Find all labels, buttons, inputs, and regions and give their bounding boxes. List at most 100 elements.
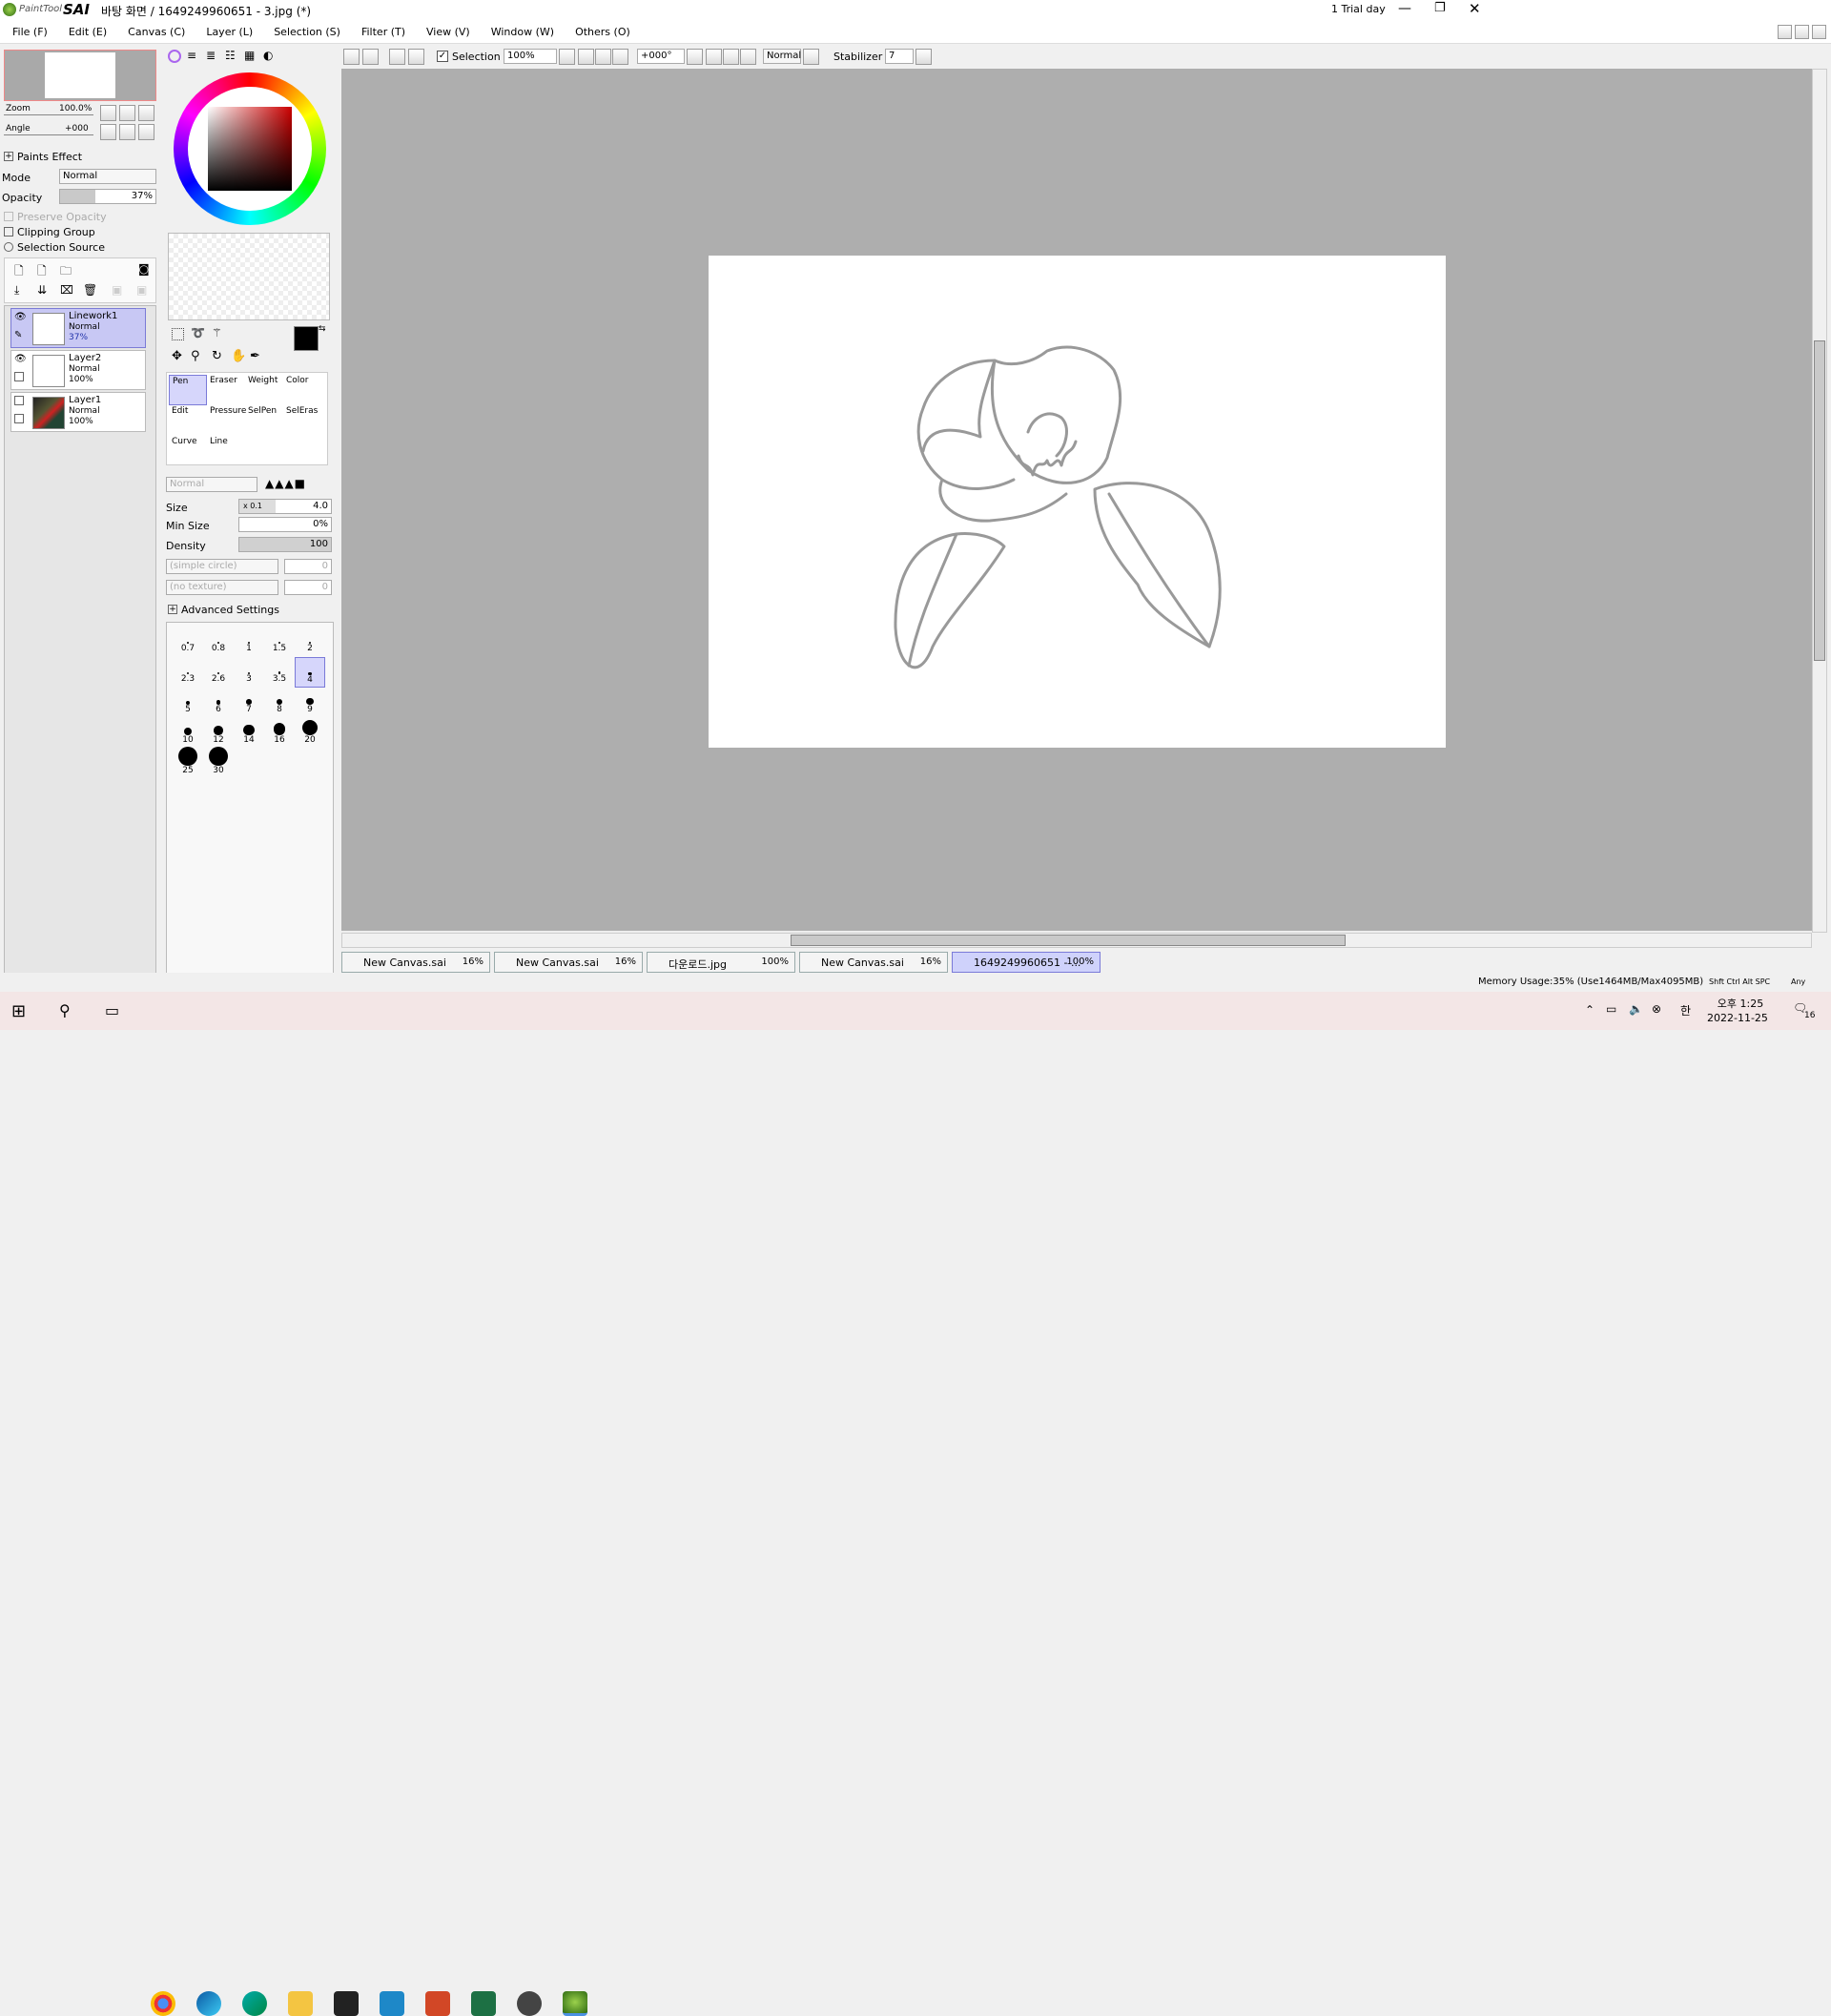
- brush-size-cell[interactable]: 2.3: [173, 657, 203, 688]
- deselect-button[interactable]: [389, 49, 405, 65]
- panel-close-icon[interactable]: [1812, 25, 1826, 39]
- tool-selpen[interactable]: SelPen: [245, 405, 283, 436]
- brush-shape-value[interactable]: 0: [284, 559, 332, 574]
- visibility-checkbox[interactable]: [14, 396, 24, 405]
- tool-line[interactable]: Line: [207, 436, 245, 466]
- rotate-cw-icon[interactable]: [723, 49, 739, 65]
- rect-select-icon[interactable]: [172, 328, 184, 340]
- brush-size-cell[interactable]: 12: [203, 718, 234, 749]
- pen-lock-checkbox[interactable]: [14, 414, 24, 423]
- opacity-slider[interactable]: 37%: [59, 189, 156, 204]
- canvas-tab[interactable]: New Canvas.sai 16%: [494, 952, 643, 973]
- brush-blend-select[interactable]: Normal: [166, 477, 257, 492]
- saturation-value-square[interactable]: [208, 107, 292, 191]
- brush-size-cell[interactable]: 14: [234, 718, 264, 749]
- canvas-tab[interactable]: 다운로드.jpg 100%: [647, 952, 795, 973]
- scratch-pad[interactable]: [168, 233, 330, 320]
- brush-size-cell[interactable]: 10: [173, 718, 203, 749]
- expand-icon[interactable]: +: [168, 605, 177, 614]
- rotate-left-button[interactable]: [100, 124, 116, 140]
- brush-size-cell[interactable]: 20: [295, 718, 325, 749]
- advanced-settings-label[interactable]: Advanced Settings: [181, 604, 279, 616]
- layer-row-layer2[interactable]: 👁 Layer2 Normal 100%: [10, 350, 146, 390]
- brush-size-cell[interactable]: 9: [295, 688, 325, 718]
- scratchpad-tab-icon[interactable]: ▦: [244, 49, 255, 62]
- volume-icon[interactable]: 🔈: [1629, 1002, 1643, 1016]
- tool-pen[interactable]: Pen: [169, 375, 207, 405]
- tool-edit[interactable]: Edit: [169, 405, 207, 436]
- menu-window[interactable]: Window (W): [479, 21, 563, 38]
- tool-pressure[interactable]: Pressure: [207, 405, 246, 436]
- task-view-icon[interactable]: ▭: [105, 1001, 119, 1019]
- file-explorer-icon[interactable]: [288, 1991, 313, 2016]
- selection-checkbox[interactable]: ✓: [437, 51, 448, 62]
- sticky-notes-icon[interactable]: [334, 1991, 359, 2016]
- paints-effect-label[interactable]: Paints Effect: [17, 151, 82, 163]
- zoom-icon[interactable]: ⚲: [191, 349, 200, 363]
- zoom-out-icon[interactable]: [578, 49, 594, 65]
- excel-icon[interactable]: [471, 1991, 496, 2016]
- layer-row-layer1[interactable]: Layer1 Normal 100%: [10, 392, 146, 432]
- brush-size-cell[interactable]: 1: [234, 627, 264, 657]
- clock-date[interactable]: 2022-11-25: [1707, 1012, 1768, 1024]
- layer-row-linework1[interactable]: 👁 ✎ Linework1 Normal 37%: [10, 308, 146, 348]
- rgb-slider-tab-icon[interactable]: ≡: [187, 49, 196, 62]
- new-linework-icon[interactable]: 🗋: [37, 262, 47, 282]
- menu-canvas[interactable]: Canvas (C): [115, 21, 194, 38]
- stabilizer-dropdown-icon[interactable]: [916, 49, 932, 65]
- preserve-opacity-checkbox[interactable]: [4, 212, 13, 221]
- redo-button[interactable]: [362, 49, 379, 65]
- zoom-in-icon[interactable]: [595, 49, 611, 65]
- mask-icon[interactable]: ◙: [138, 262, 150, 276]
- min-size-slider[interactable]: 0%: [238, 517, 332, 532]
- menu-view[interactable]: View (V): [414, 21, 479, 38]
- zoom-in-button[interactable]: [119, 105, 135, 121]
- status-icon[interactable]: ⊗: [1652, 1002, 1661, 1016]
- menu-layer[interactable]: Layer (L): [194, 21, 261, 38]
- panel-layout-1-icon[interactable]: [1778, 25, 1792, 39]
- brush-size-cell[interactable]: 5: [173, 688, 203, 718]
- brush-size-cell[interactable]: 3: [234, 657, 264, 688]
- mode-select[interactable]: Normal: [59, 169, 156, 184]
- brush-size-cell[interactable]: 16: [264, 718, 295, 749]
- sai-taskbar-icon[interactable]: [563, 1991, 587, 2016]
- brush-size-cell[interactable]: 4: [295, 657, 325, 688]
- pen-lock-icon[interactable]: ✎: [14, 330, 22, 340]
- navigator-preview[interactable]: [4, 50, 156, 101]
- close-icon[interactable]: ✕: [1469, 0, 1481, 17]
- chevron-up-icon[interactable]: ⌃: [1585, 1003, 1594, 1017]
- brush-size-cell[interactable]: 3.5: [264, 657, 295, 688]
- zoom-reset-button[interactable]: [138, 105, 154, 121]
- calendar-icon[interactable]: [380, 1991, 404, 2016]
- swatches-tab-icon[interactable]: ☷: [225, 49, 236, 62]
- magic-wand-icon[interactable]: ⚚: [212, 326, 222, 339]
- primary-color-swatch[interactable]: [294, 326, 319, 351]
- zoom-out-button[interactable]: [100, 105, 116, 121]
- expand-icon[interactable]: +: [4, 152, 13, 161]
- merge-down-icon[interactable]: ⇊: [37, 283, 47, 297]
- horizontal-scrollbar[interactable]: [341, 933, 1812, 948]
- canvas-tab[interactable]: New Canvas.sai 16%: [341, 952, 490, 973]
- texture-select[interactable]: (no texture): [166, 580, 278, 595]
- rotate-right-button[interactable]: [119, 124, 135, 140]
- angle-dropdown-icon[interactable]: [687, 49, 703, 65]
- canvas-tab[interactable]: New Canvas.sai 16%: [799, 952, 948, 973]
- chrome-icon[interactable]: [151, 1991, 175, 2016]
- density-slider[interactable]: 100: [238, 537, 332, 552]
- brush-size-cell[interactable]: 25: [173, 747, 203, 779]
- rotate-icon[interactable]: ↻: [212, 349, 222, 363]
- visibility-eye-icon[interactable]: 👁: [14, 354, 27, 364]
- view-mode-select[interactable]: Normal: [763, 49, 801, 64]
- canvas-viewport[interactable]: [341, 69, 1812, 933]
- new-folder-icon[interactable]: 🗀: [60, 262, 72, 282]
- rotate-reset-button[interactable]: [138, 124, 154, 140]
- canvas-document[interactable]: [709, 256, 1446, 748]
- network-icon[interactable]: ▭: [1606, 1002, 1616, 1016]
- angle-value[interactable]: +000: [65, 124, 89, 134]
- brush-shape-select[interactable]: (simple circle): [166, 559, 278, 574]
- brush-size-cell[interactable]: 0.8: [203, 627, 234, 657]
- brush-size-cell[interactable]: 30: [203, 747, 234, 779]
- zoom-select[interactable]: 100%: [504, 49, 557, 64]
- rotate-ccw-icon[interactable]: [706, 49, 722, 65]
- horizontal-scroll-thumb[interactable]: [791, 935, 1346, 946]
